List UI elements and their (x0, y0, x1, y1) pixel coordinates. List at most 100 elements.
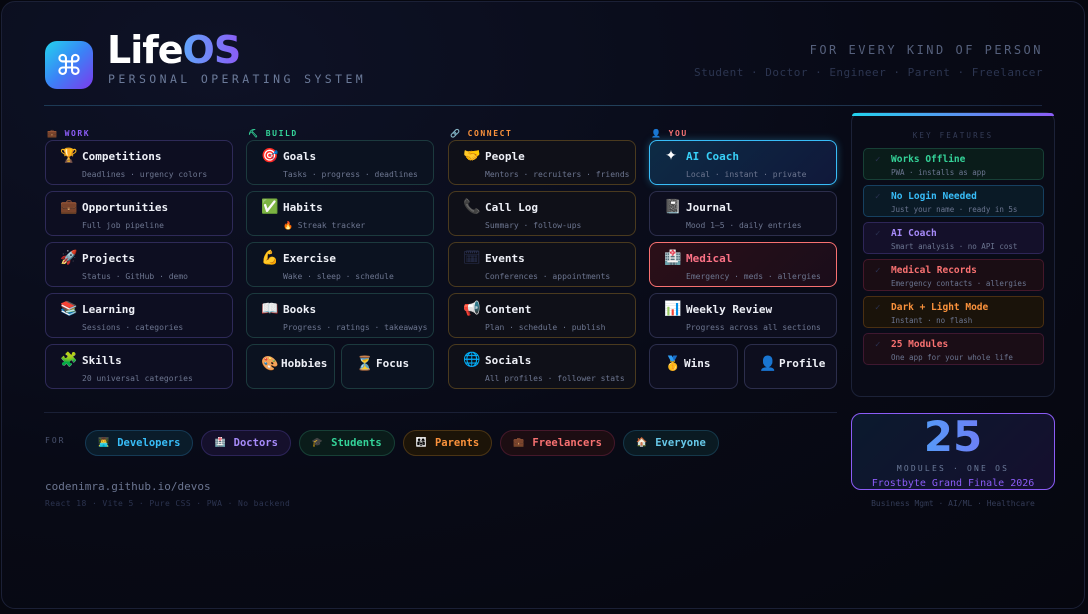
card-journal[interactable]: 📓 Journal Mood 1–5 · daily entries (649, 191, 837, 236)
pill-developers[interactable]: 👨‍💻 Developers (85, 430, 194, 456)
pill-label: Students (331, 437, 382, 449)
feature-25-modules: ✓ 25 Modules One app for your whole life (863, 333, 1044, 365)
flexed-arm-icon: 💪 (261, 250, 279, 266)
pill-freelancers[interactable]: 💼 Freelancers (500, 430, 615, 456)
card-subtitle: Mentors · recruiters · friends (485, 170, 630, 179)
feature-title: No Login Needed (891, 191, 977, 202)
card-content[interactable]: 📢 Content Plan · schedule · publish (448, 293, 636, 338)
card-title: Journal (686, 200, 733, 214)
feature-medical-records: ✓ Medical Records Emergency contacts · a… (863, 259, 1044, 291)
feature-dark-light-mode: ✓ Dark + Light Mode Instant · no flash (863, 296, 1044, 328)
feature-title: Medical Records (891, 265, 977, 276)
pill-label: Freelancers (532, 437, 602, 449)
card-wins[interactable]: 🥇 Wins (649, 344, 738, 389)
house-icon: 🏠 (635, 438, 648, 448)
notebook-icon: 📓 (664, 199, 682, 215)
check-icon: ✓ (875, 192, 881, 202)
pill-label: Doctors (233, 437, 278, 449)
card-subtitle: Progress across all sections (686, 323, 821, 332)
briefcase-icon: 💼 (47, 128, 59, 138)
trophy-icon: 🏆 (60, 148, 78, 164)
feature-title: 25 Modules (891, 339, 949, 350)
briefcase-icon: 💼 (60, 199, 78, 215)
feature-subtitle: PWA · installs as app (891, 168, 986, 177)
header-divider (44, 105, 1042, 106)
feature-subtitle: Just your name · ready in 5s (891, 205, 1018, 214)
card-habits[interactable]: ✅ Habits 🔥 Streak tracker (246, 191, 434, 236)
app-tagline: PERSONAL OPERATING SYSTEM (108, 72, 367, 86)
feature-subtitle: Instant · no flash (891, 316, 973, 325)
card-people[interactable]: 🤝 People Mentors · recruiters · friends (448, 140, 636, 185)
audience-for-label: FOR (45, 436, 66, 445)
card-call-log[interactable]: 📞 Call Log Summary · follow-ups (448, 191, 636, 236)
card-subtitle: 🔥 Streak tracker (283, 221, 366, 230)
modules-count: 25 (852, 413, 1054, 461)
hospital-icon: 🏥 (664, 250, 682, 266)
feature-title: Works Offline (891, 154, 966, 165)
audience-title: FOR EVERY KIND OF PERSON (809, 43, 1043, 57)
card-focus[interactable]: ⏳ Focus (341, 344, 434, 389)
pill-students[interactable]: 🎓 Students (298, 430, 395, 456)
key-features-panel: KEY FEATURES ✓ Works Offline PWA · insta… (851, 112, 1055, 397)
card-hobbies[interactable]: 🎨 Hobbies (246, 344, 335, 389)
card-opportunities[interactable]: 💼 Opportunities Full job pipeline (45, 191, 233, 236)
card-books[interactable]: 📖 Books Progress · ratings · takeaways (246, 293, 434, 338)
card-title: Competitions (82, 149, 162, 163)
card-subtitle: 20 universal categories (82, 374, 193, 383)
card-medical[interactable]: 🏥 Medical Emergency · meds · allergies (649, 242, 837, 287)
card-ai-coach[interactable]: ✦ AI Coach Local · instant · private (649, 140, 837, 185)
column-work-heading: 💼 WORK (45, 126, 233, 140)
pill-doctors[interactable]: 🏥 Doctors (201, 430, 291, 456)
card-profile[interactable]: 👤 Profile (744, 344, 837, 389)
card-subtitle: Wake · sleep · schedule (283, 272, 394, 281)
family-icon: 👨‍👩‍👧 (415, 438, 427, 448)
column-connect-heading: 🔗 CONNECT (448, 126, 636, 140)
card-subtitle: Sessions · categories (82, 323, 184, 332)
card-weekly-review[interactable]: 📊 Weekly Review Progress across all secti… (649, 293, 837, 338)
card-competitions[interactable]: 🏆 Competitions Deadlines · urgency colors (45, 140, 233, 185)
column-build: ⛏ BUILD 🎯 Goals Tasks · progress · deadli… (246, 126, 434, 389)
puzzle-icon: 🧩 (60, 352, 78, 368)
card-subtitle: Tasks · progress · deadlines (283, 170, 418, 179)
pill-label: Everyone (655, 437, 706, 449)
card-goals[interactable]: 🎯 Goals Tasks · progress · deadlines (246, 140, 434, 185)
card-socials[interactable]: 🌐 Socials All profiles · follower stats (448, 344, 636, 389)
checkbox-icon: ✅ (261, 199, 279, 215)
pill-label: Developers (117, 437, 181, 449)
card-subtitle: Summary · follow-ups (485, 221, 582, 230)
tech-stack: React 18 · Vite 5 · Pure CSS · PWA · No … (45, 499, 291, 508)
card-exercise[interactable]: 💪 Exercise Wake · sleep · schedule (246, 242, 434, 287)
feature-subtitle: Smart analysis · no API cost (891, 242, 1018, 251)
bust-icon: 👤 (759, 355, 777, 372)
site-url-link[interactable]: codenimra.github.io/devos (45, 480, 211, 493)
bar-chart-icon: 📊 (664, 301, 682, 317)
rocket-icon: 🚀 (60, 250, 78, 266)
books-icon: 📚 (60, 301, 78, 317)
palette-icon: 🎨 (261, 355, 279, 372)
card-subtitle: Progress · ratings · takeaways (283, 323, 428, 332)
card-title: Medical (686, 251, 733, 265)
event-tracks: Business Mgmt · AI/ML · Healthcare (871, 499, 1035, 508)
pill-parents[interactable]: 👨‍👩‍👧 Parents (402, 430, 493, 456)
card-skills[interactable]: 🧩 Skills 20 universal categories (45, 344, 233, 389)
modules-label: MODULES · ONE OS (896, 464, 1010, 473)
card-title: Learning (82, 302, 135, 316)
pill-everyone[interactable]: 🏠 Everyone (622, 430, 719, 456)
modules-count-card: 25 MODULES · ONE OS Frostbyte Grand Fina… (851, 413, 1055, 490)
command-icon: ⌘ (45, 41, 93, 89)
card-subtitle: Full job pipeline (82, 221, 164, 230)
panel-title: KEY FEATURES (912, 131, 994, 140)
phone-icon: 📞 (463, 199, 481, 215)
card-learning[interactable]: 📚 Learning Sessions · categories (45, 293, 233, 338)
card-title: Books (283, 302, 317, 316)
briefcase-icon: 💼 (513, 438, 525, 448)
doctor-icon: 🏥 (214, 438, 226, 448)
card-projects[interactable]: 🚀 Projects Status · GitHub · demo (45, 242, 233, 287)
card-title: People (485, 149, 525, 163)
column-work-label: WORK (64, 128, 91, 138)
card-events[interactable]: 🗓 Events Conferences · appointments (448, 242, 636, 287)
card-subtitle: Emergency · meds · allergies (686, 272, 821, 281)
card-subtitle: Mood 1–5 · daily entries (686, 221, 802, 230)
column-you-heading: 👤 YOU (649, 126, 837, 140)
book-icon: 📖 (261, 301, 279, 317)
